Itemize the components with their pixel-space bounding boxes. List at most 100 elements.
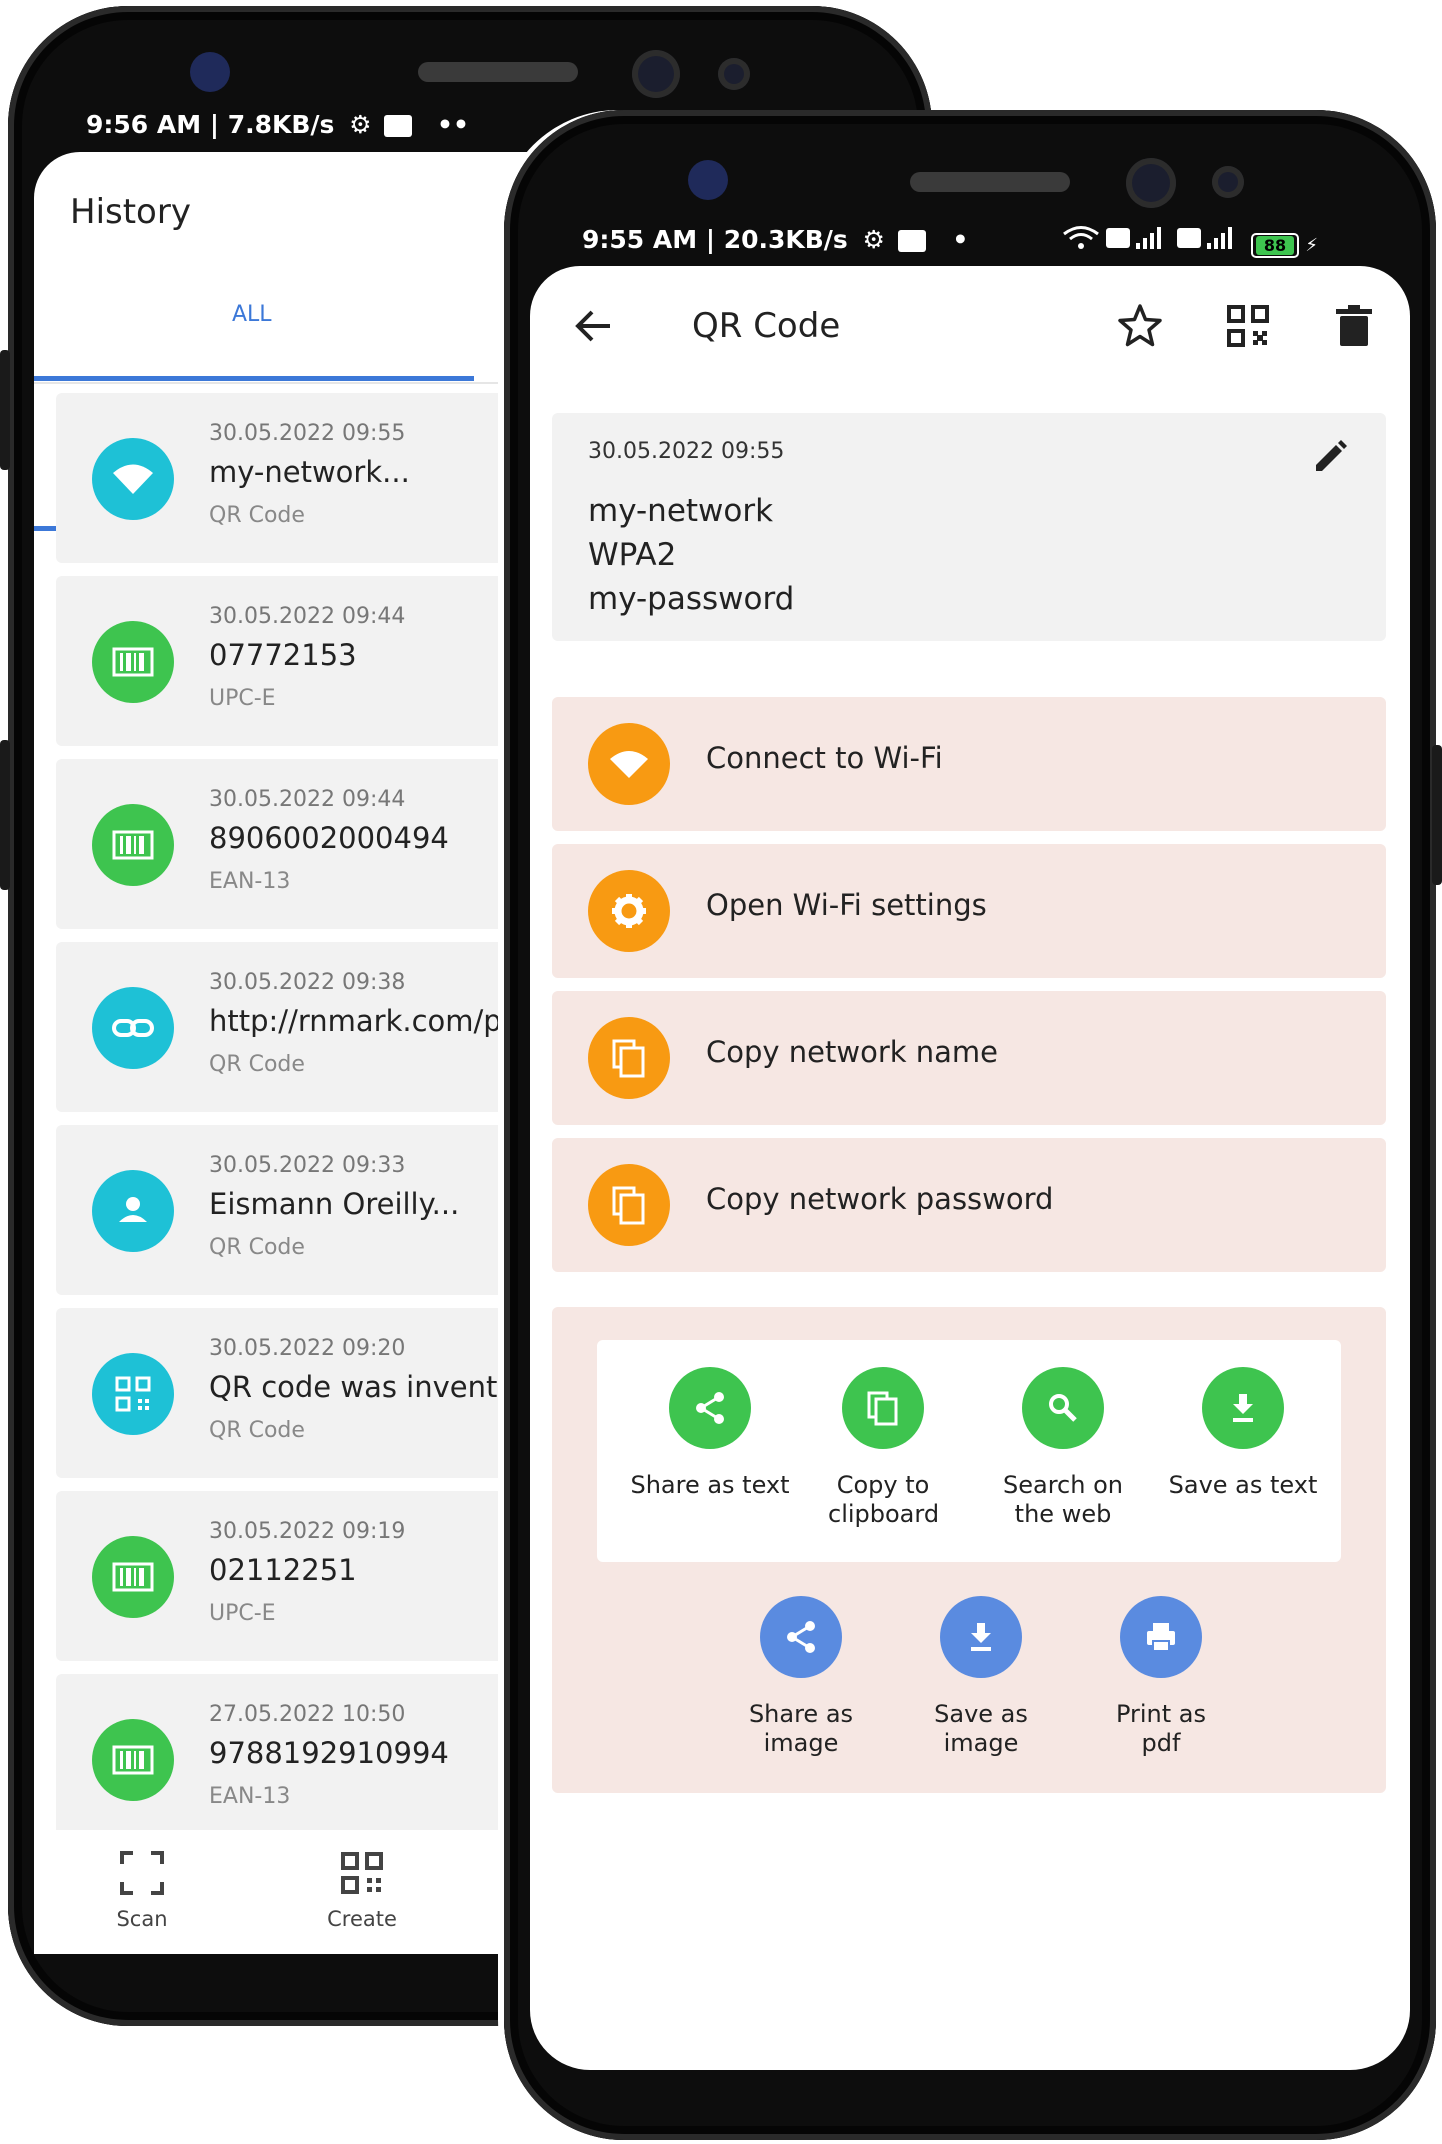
share-label: Search on the web [1003, 1471, 1123, 1528]
info-line-security: WPA2 [588, 537, 677, 573]
search-on-web-button[interactable]: Search on the web [978, 1367, 1148, 1529]
front-sensor [1126, 158, 1176, 208]
front-status-icons: 88 ⚡ [1062, 225, 1318, 258]
action-label: Connect to Wi-Fi [706, 741, 943, 775]
share-label: Share as text [630, 1471, 790, 1499]
item-date: 30.05.2022 09:19 [209, 1519, 406, 1544]
action-label: Copy network password [706, 1182, 1054, 1216]
back-sensor [632, 50, 680, 98]
back-button[interactable] [570, 302, 618, 350]
list-item[interactable]: 30.05.2022 09:38 http://rnmark.com/pro Q… [56, 942, 531, 1112]
tab-all-label: ALL [232, 302, 272, 327]
list-item[interactable]: 30.05.2022 09:44 07772153 UPC-E [56, 576, 506, 746]
cell-signal-icon-2 [1176, 227, 1247, 256]
tab-all[interactable]: ALL [34, 302, 474, 531]
item-type: EAN-13 [209, 869, 291, 894]
item-text: QR code was invented [209, 1370, 534, 1404]
back-status-bar: 9:56 AM | 7.8KB/s ⚙ •• [86, 110, 469, 139]
wifi-icon [588, 723, 670, 805]
list-item[interactable]: 30.05.2022 09:44 8906002000494 EAN-13 [56, 759, 506, 929]
status-time: 9:55 AM [582, 225, 698, 254]
copy-icon [588, 1017, 670, 1099]
front-speaker [910, 172, 1070, 192]
item-date: 30.05.2022 09:55 [209, 421, 406, 446]
action-label: Copy network name [706, 1035, 999, 1069]
front-status-bar: 9:55 AM | 20.3KB/s ⚙ • [582, 225, 969, 254]
item-text: my-network... [209, 455, 410, 489]
star-icon [1118, 304, 1162, 347]
item-text: Eismann Oreilly... [209, 1187, 460, 1221]
gear-icon: ⚙ [862, 225, 885, 254]
trash-icon [1336, 305, 1372, 346]
pencil-icon [1316, 440, 1347, 471]
scan-icon [120, 1851, 164, 1895]
list-item[interactable]: 30.05.2022 09:55 my-network... QR Code [56, 393, 506, 563]
list-item[interactable]: 30.05.2022 09:19 02112251 UPC-E [56, 1491, 506, 1661]
search-icon [1022, 1367, 1104, 1449]
wifi-signal-icon [1062, 226, 1106, 256]
connect-wifi-button[interactable]: Connect to Wi-Fi [552, 697, 1386, 831]
qr-icon [92, 1353, 174, 1435]
copy-icon [588, 1164, 670, 1246]
wifi-icon [92, 438, 174, 520]
share-icon [669, 1367, 751, 1449]
edit-button[interactable] [1308, 435, 1352, 479]
battery-icon: 88 [1250, 233, 1300, 258]
open-wifi-settings-button[interactable]: Open Wi-Fi settings [552, 844, 1386, 978]
action-label: Open Wi-Fi settings [706, 888, 987, 922]
share-label: Copy to clipboard [828, 1471, 940, 1528]
share-as-image-button[interactable]: Share as image [716, 1596, 886, 1758]
item-date: 30.05.2022 09:38 [209, 970, 406, 995]
item-date: 30.05.2022 09:20 [209, 1336, 406, 1361]
share-icon [760, 1596, 842, 1678]
list-item[interactable]: 30.05.2022 09:20 QR code was invented QR… [56, 1308, 534, 1478]
link-icon [92, 987, 174, 1069]
download-icon [1202, 1367, 1284, 1449]
save-as-text-button[interactable]: Save as text [1158, 1367, 1328, 1500]
item-type: QR Code [209, 1052, 305, 1077]
back-front-camera [190, 52, 230, 92]
share-as-text-button[interactable]: Share as text [625, 1367, 795, 1500]
nav-scan[interactable]: Scan [92, 1850, 192, 1931]
front-front-camera [688, 160, 728, 200]
person-icon [92, 1170, 174, 1252]
item-text: http://rnmark.com/pro [209, 1004, 531, 1038]
gear-icon [588, 870, 670, 952]
copy-network-password-button[interactable]: Copy network password [552, 1138, 1386, 1272]
info-date: 30.05.2022 09:55 [588, 439, 785, 464]
print-icon [1120, 1596, 1202, 1678]
share-label: Save as image [934, 1700, 1028, 1757]
info-line-ssid: my-network [588, 493, 774, 529]
copy-network-name-button[interactable]: Copy network name [552, 991, 1386, 1125]
qr-create-icon [341, 1852, 383, 1894]
nav-create-label: Create [327, 1907, 397, 1931]
info-line-password: my-password [588, 581, 795, 617]
paytm-icon [897, 230, 926, 252]
list-item[interactable]: 27.05.2022 10:50 9788192910994 EAN-13 [56, 1674, 506, 1844]
barcode-icon [92, 1536, 174, 1618]
charging-icon: ⚡ [1305, 235, 1319, 256]
nav-scan-label: Scan [116, 1907, 168, 1931]
item-type: UPC-E [209, 1601, 276, 1626]
delete-button[interactable] [1330, 302, 1378, 350]
favorite-button[interactable] [1116, 302, 1164, 350]
status-dots: •• [437, 110, 469, 139]
show-qr-button[interactable] [1224, 302, 1272, 350]
item-text: 02112251 [209, 1553, 357, 1587]
item-text: 8906002000494 [209, 821, 449, 855]
item-type: UPC-E [209, 686, 276, 711]
copy-icon [842, 1367, 924, 1449]
barcode-icon [92, 1719, 174, 1801]
list-item[interactable]: 30.05.2022 09:33 Eismann Oreilly... QR C… [56, 1125, 506, 1295]
code-info-card: 30.05.2022 09:55 my-network WPA2 my-pass… [552, 413, 1386, 641]
cell-signal-icon [1106, 227, 1176, 256]
nav-create[interactable]: Create [312, 1850, 412, 1931]
save-as-image-button[interactable]: Save as image [896, 1596, 1066, 1758]
item-date: 30.05.2022 09:44 [209, 604, 406, 629]
copy-to-clipboard-button[interactable]: Copy to clipboard [798, 1367, 968, 1529]
back-phone-side-button [0, 350, 10, 470]
share-label: Save as text [1168, 1471, 1318, 1499]
print-as-pdf-button[interactable]: Print as pdf [1076, 1596, 1246, 1758]
item-type: QR Code [209, 503, 305, 528]
share-label: Share as image [748, 1700, 854, 1757]
